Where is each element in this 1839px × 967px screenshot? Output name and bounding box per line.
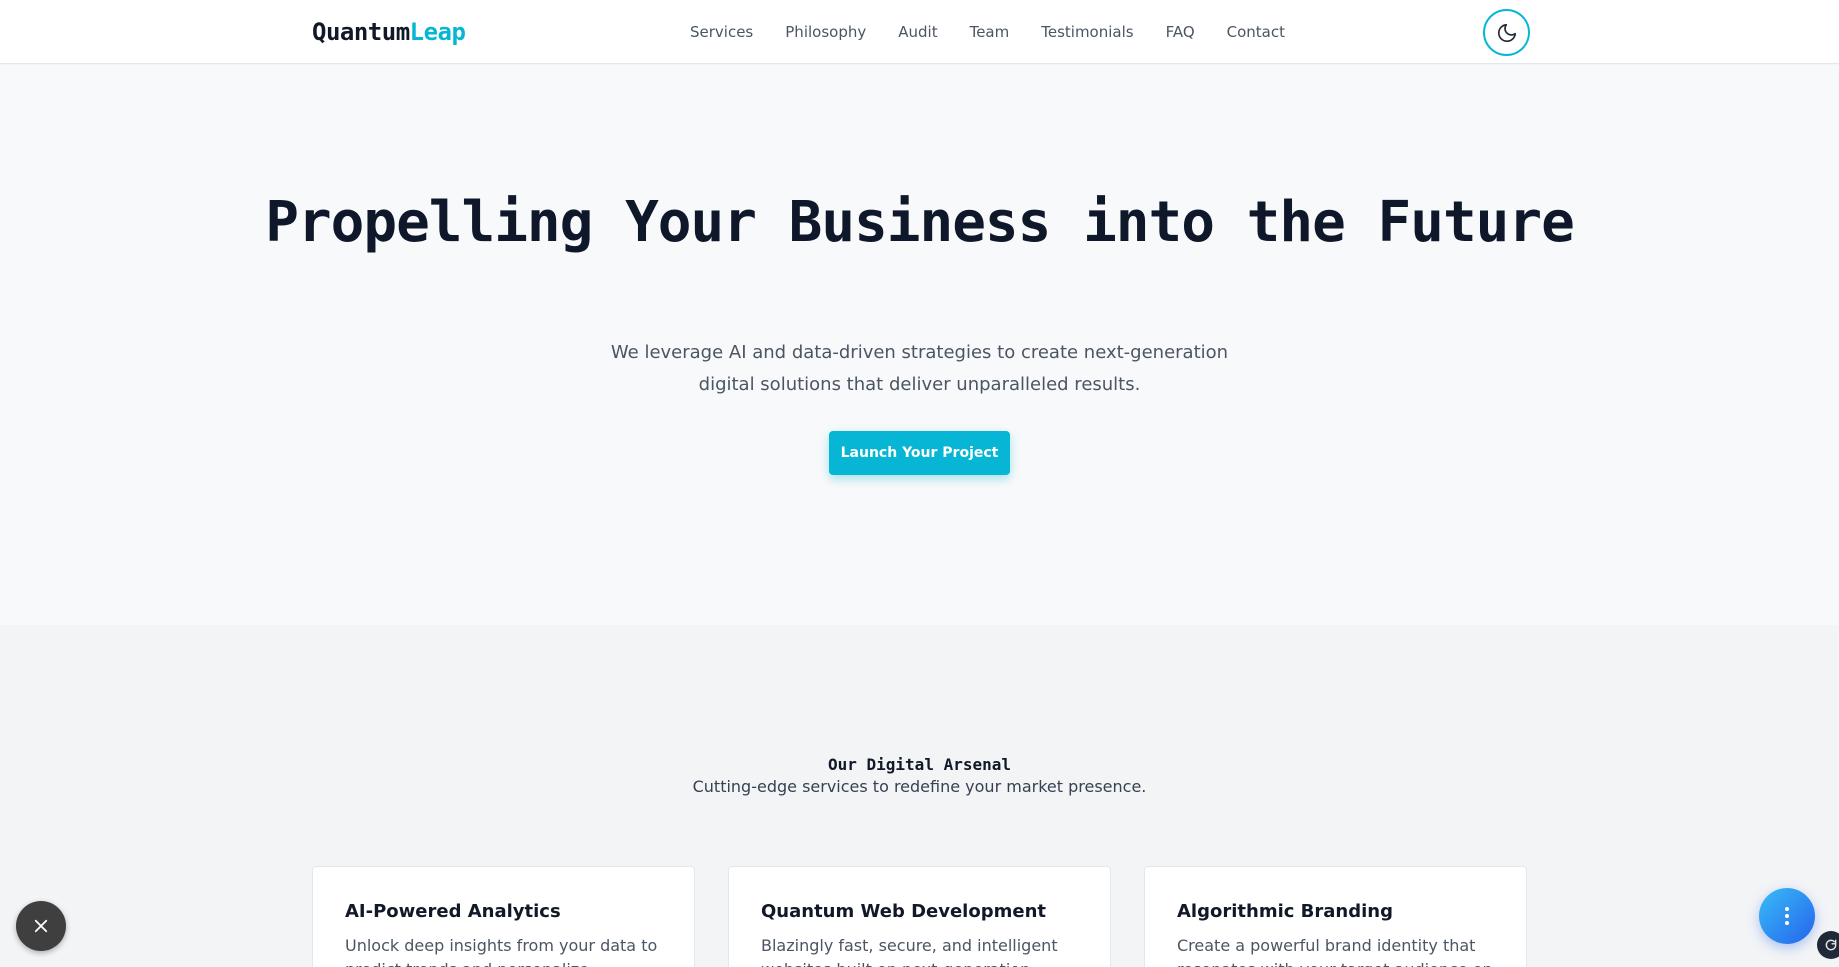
refresh-icon — [1825, 939, 1837, 951]
nav-link-testimonials[interactable]: Testimonials — [1041, 20, 1133, 44]
close-button[interactable] — [16, 901, 66, 951]
services-title: Our Digital Arsenal — [827, 755, 1012, 774]
service-card-desc: Unlock deep insights from your data to p… — [345, 936, 658, 967]
logo[interactable]: QuantumLeap — [312, 16, 466, 48]
hero-title-text: Propelling Your Business into the Future — [265, 190, 1575, 255]
services-subtitle: Cutting-edge services to redefine your m… — [692, 777, 1147, 796]
nav-link-audit[interactable]: Audit — [898, 20, 937, 44]
floating-menu-button[interactable] — [1759, 888, 1815, 944]
moon-icon — [1497, 23, 1516, 42]
nav-link-contact[interactable]: Contact — [1227, 20, 1285, 44]
logo-text-leap: Leap — [409, 18, 466, 46]
services-section: Our Digital Arsenal Cutting-edge service… — [0, 625, 1839, 967]
service-card-analytics[interactable]: AI-Powered Analytics Unlock deep insight… — [312, 866, 695, 967]
site-header: QuantumLeap Services Philosophy Audit Te… — [0, 0, 1839, 64]
service-card-branding[interactable]: Algorithmic Branding Create a powerful b… — [1144, 866, 1527, 967]
hero-title: Propelling Your Business into the Future — [0, 192, 1839, 254]
hero-section: Propelling Your Business into the Future… — [0, 65, 1839, 625]
theme-toggle-button[interactable] — [1483, 9, 1530, 56]
more-vertical-icon — [1785, 907, 1789, 925]
nav-link-team[interactable]: Team — [970, 20, 1010, 44]
nav-link-philosophy[interactable]: Philosophy — [785, 20, 866, 44]
logo-text-quantum: Quantum — [312, 18, 410, 46]
service-card-desc: Create a powerful brand identity that re… — [1177, 936, 1493, 967]
hero-subtitle: We leverage AI and data-driven strategie… — [610, 342, 1229, 395]
service-card-web-development[interactable]: Quantum Web Development Blazingly fast, … — [728, 866, 1111, 967]
service-card-title: Algorithmic Branding — [1177, 901, 1393, 922]
service-card-desc: Blazingly fast, secure, and intelligent … — [761, 936, 1058, 967]
launch-project-button[interactable]: Launch Your Project — [829, 431, 1010, 475]
nav-link-services[interactable]: Services — [690, 20, 753, 44]
nav-link-faq[interactable]: FAQ — [1166, 20, 1195, 44]
corner-widget-button[interactable] — [1817, 931, 1839, 959]
close-icon — [34, 919, 48, 933]
service-card-title: AI-Powered Analytics — [345, 901, 561, 922]
main-nav: Services Philosophy Audit Team Testimoni… — [690, 20, 1285, 44]
service-card-title: Quantum Web Development — [761, 901, 1046, 922]
